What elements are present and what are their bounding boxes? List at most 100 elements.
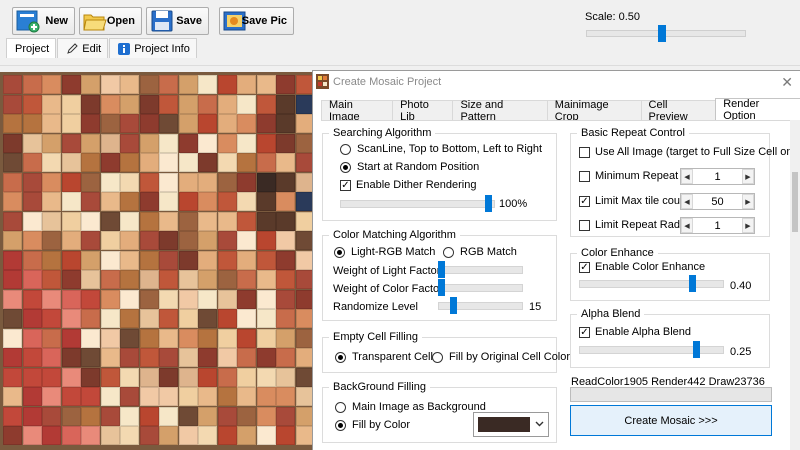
radio-fill-color-button[interactable] (335, 419, 346, 431)
color-enhance-checkbox[interactable]: ✓ (579, 261, 590, 273)
radio-fill-original[interactable]: Fill by Original Cell Color (432, 351, 570, 363)
tab-photo-lib[interactable]: Photo Lib (392, 99, 454, 123)
mosaic-tile (217, 426, 237, 445)
min-repeat-checkbox[interactable] (579, 170, 590, 182)
use-all-row[interactable]: Use All Image (target to Full Size Cell … (579, 146, 800, 158)
dither-slider[interactable] (340, 200, 495, 208)
stepper-right-icon[interactable]: ▶ (742, 194, 754, 209)
limit-max-stepper[interactable]: ◀ 50 ▶ (680, 193, 755, 210)
limit-radius-row[interactable]: Limit Repeat Radius (579, 219, 694, 231)
mosaic-tile (120, 328, 139, 348)
mosaic-tile (81, 270, 100, 289)
min-repeat-stepper[interactable]: ◀ 1 ▶ (680, 168, 755, 185)
dither-slider-thumb[interactable] (485, 195, 492, 212)
alpha-blend-checkbox[interactable]: ✓ (579, 326, 590, 338)
radio-scanline[interactable]: ScanLine, Top to Bottom, Left to Right (340, 143, 542, 155)
floppy-disk-icon (151, 10, 173, 32)
radio-main-image-bg[interactable]: Main Image as Background (335, 401, 486, 413)
color-enhance-row[interactable]: ✓ Enable Color Enhance (579, 261, 705, 273)
close-icon[interactable]: ✕ (781, 74, 793, 91)
mosaic-tile (3, 211, 22, 231)
radio-transparent-cell[interactable]: Transparent Cell (335, 351, 433, 363)
use-all-checkbox[interactable] (579, 146, 590, 158)
dither-checkbox[interactable]: ✓ (340, 179, 351, 191)
radio-light-rgb-button[interactable] (334, 246, 345, 258)
save-pic-button[interactable]: Save Pic (219, 7, 294, 35)
mosaic-tile (256, 289, 276, 309)
open-button[interactable]: Open (79, 7, 142, 35)
radio-fill-color[interactable]: Fill by Color (335, 419, 410, 431)
tab-project[interactable]: Project (6, 38, 57, 58)
limit-max-value[interactable]: 50 (693, 196, 742, 208)
dither-checkbox-row[interactable]: ✓ Enable Dither Rendering (340, 179, 476, 191)
radio-rgb-button[interactable] (443, 246, 454, 258)
mosaic-tile (22, 348, 42, 367)
create-mosaic-button[interactable]: Create Mosaic >>> (570, 405, 772, 436)
new-button[interactable]: New (12, 7, 75, 35)
mosaic-tile (217, 172, 237, 192)
mosaic-tile (139, 367, 159, 387)
limit-radius-checkbox[interactable] (579, 219, 590, 231)
tab-project-info[interactable]: Project Info (109, 38, 197, 58)
radio-scanline-button[interactable] (340, 143, 351, 155)
mosaic-tile (198, 367, 217, 387)
stepper-left-icon[interactable]: ◀ (681, 169, 693, 184)
mosaic-tile (22, 387, 42, 406)
radio-light-rgb[interactable]: Light-RGB Match (334, 246, 435, 258)
color-enhance-thumb[interactable] (689, 275, 696, 292)
radio-random-position-button[interactable] (340, 161, 351, 173)
mosaic-tile (81, 426, 100, 445)
mosaic-tile (198, 309, 217, 328)
tab-render-option[interactable]: Render Option (715, 98, 800, 122)
radio-rgb[interactable]: RGB Match (443, 246, 517, 258)
mosaic-tile (120, 289, 139, 309)
tab-main-image-label: Main Image (329, 98, 360, 123)
mosaic-tile (237, 309, 256, 328)
randomize-thumb[interactable] (450, 297, 457, 314)
mosaic-tile (120, 211, 139, 231)
tab-size-and-pattern[interactable]: Size and Pattern (452, 99, 548, 123)
light-factor-thumb[interactable] (438, 261, 445, 278)
mosaic-tile (159, 114, 178, 133)
mosaic-tile (256, 387, 276, 406)
limit-max-checkbox[interactable]: ✓ (579, 195, 590, 207)
color-factor-slider[interactable] (438, 284, 523, 292)
mosaic-tile (61, 406, 81, 426)
tab-mainimage-crop[interactable]: Mainimage Crop (546, 99, 642, 123)
scale-slider-thumb[interactable] (658, 25, 666, 42)
save-button[interactable]: Save (146, 7, 209, 35)
mosaic-tile (217, 250, 237, 270)
tab-edit[interactable]: Edit (57, 38, 109, 58)
min-repeat-row[interactable]: Minimum Repeat (579, 170, 678, 182)
alpha-blend-thumb[interactable] (693, 341, 700, 358)
stepper-left-icon[interactable]: ◀ (681, 218, 693, 233)
tab-cell-preview[interactable]: Cell Preview (640, 99, 717, 123)
dialog-scrollbar-thumb[interactable] (792, 172, 798, 232)
mosaic-tile (276, 367, 295, 387)
stepper-right-icon[interactable]: ▶ (742, 218, 754, 233)
scale-slider[interactable] (586, 30, 746, 37)
radio-main-image-bg-button[interactable] (335, 401, 346, 413)
mosaic-tile (120, 94, 139, 114)
radio-random-position[interactable]: Start at Random Position (340, 161, 479, 173)
stepper-right-icon[interactable]: ▶ (742, 169, 754, 184)
mosaic-canvas[interactable] (0, 72, 312, 450)
mosaic-tile (3, 270, 22, 289)
limit-max-row[interactable]: ✓ Limit Max tile count (579, 195, 689, 207)
stepper-left-icon[interactable]: ◀ (681, 194, 693, 209)
color-enhance-slider[interactable] (579, 280, 724, 288)
fill-color-picker[interactable] (473, 412, 549, 437)
radio-fill-original-button[interactable] (432, 351, 443, 363)
dialog-scrollbar[interactable] (790, 120, 800, 450)
mosaic-tile (276, 133, 295, 153)
limit-radius-stepper[interactable]: ◀ 1 ▶ (680, 217, 755, 234)
light-factor-slider[interactable] (438, 266, 523, 274)
tab-project-label: Project (15, 42, 50, 55)
color-factor-thumb[interactable] (438, 279, 445, 296)
radio-transparent-cell-button[interactable] (335, 351, 346, 363)
tab-main-image[interactable]: Main Image (321, 98, 394, 123)
alpha-blend-row[interactable]: ✓ Enable Alpha Blend (579, 326, 691, 338)
alpha-blend-slider[interactable] (579, 346, 724, 354)
limit-radius-value[interactable]: 1 (693, 220, 742, 232)
min-repeat-value[interactable]: 1 (693, 171, 742, 183)
